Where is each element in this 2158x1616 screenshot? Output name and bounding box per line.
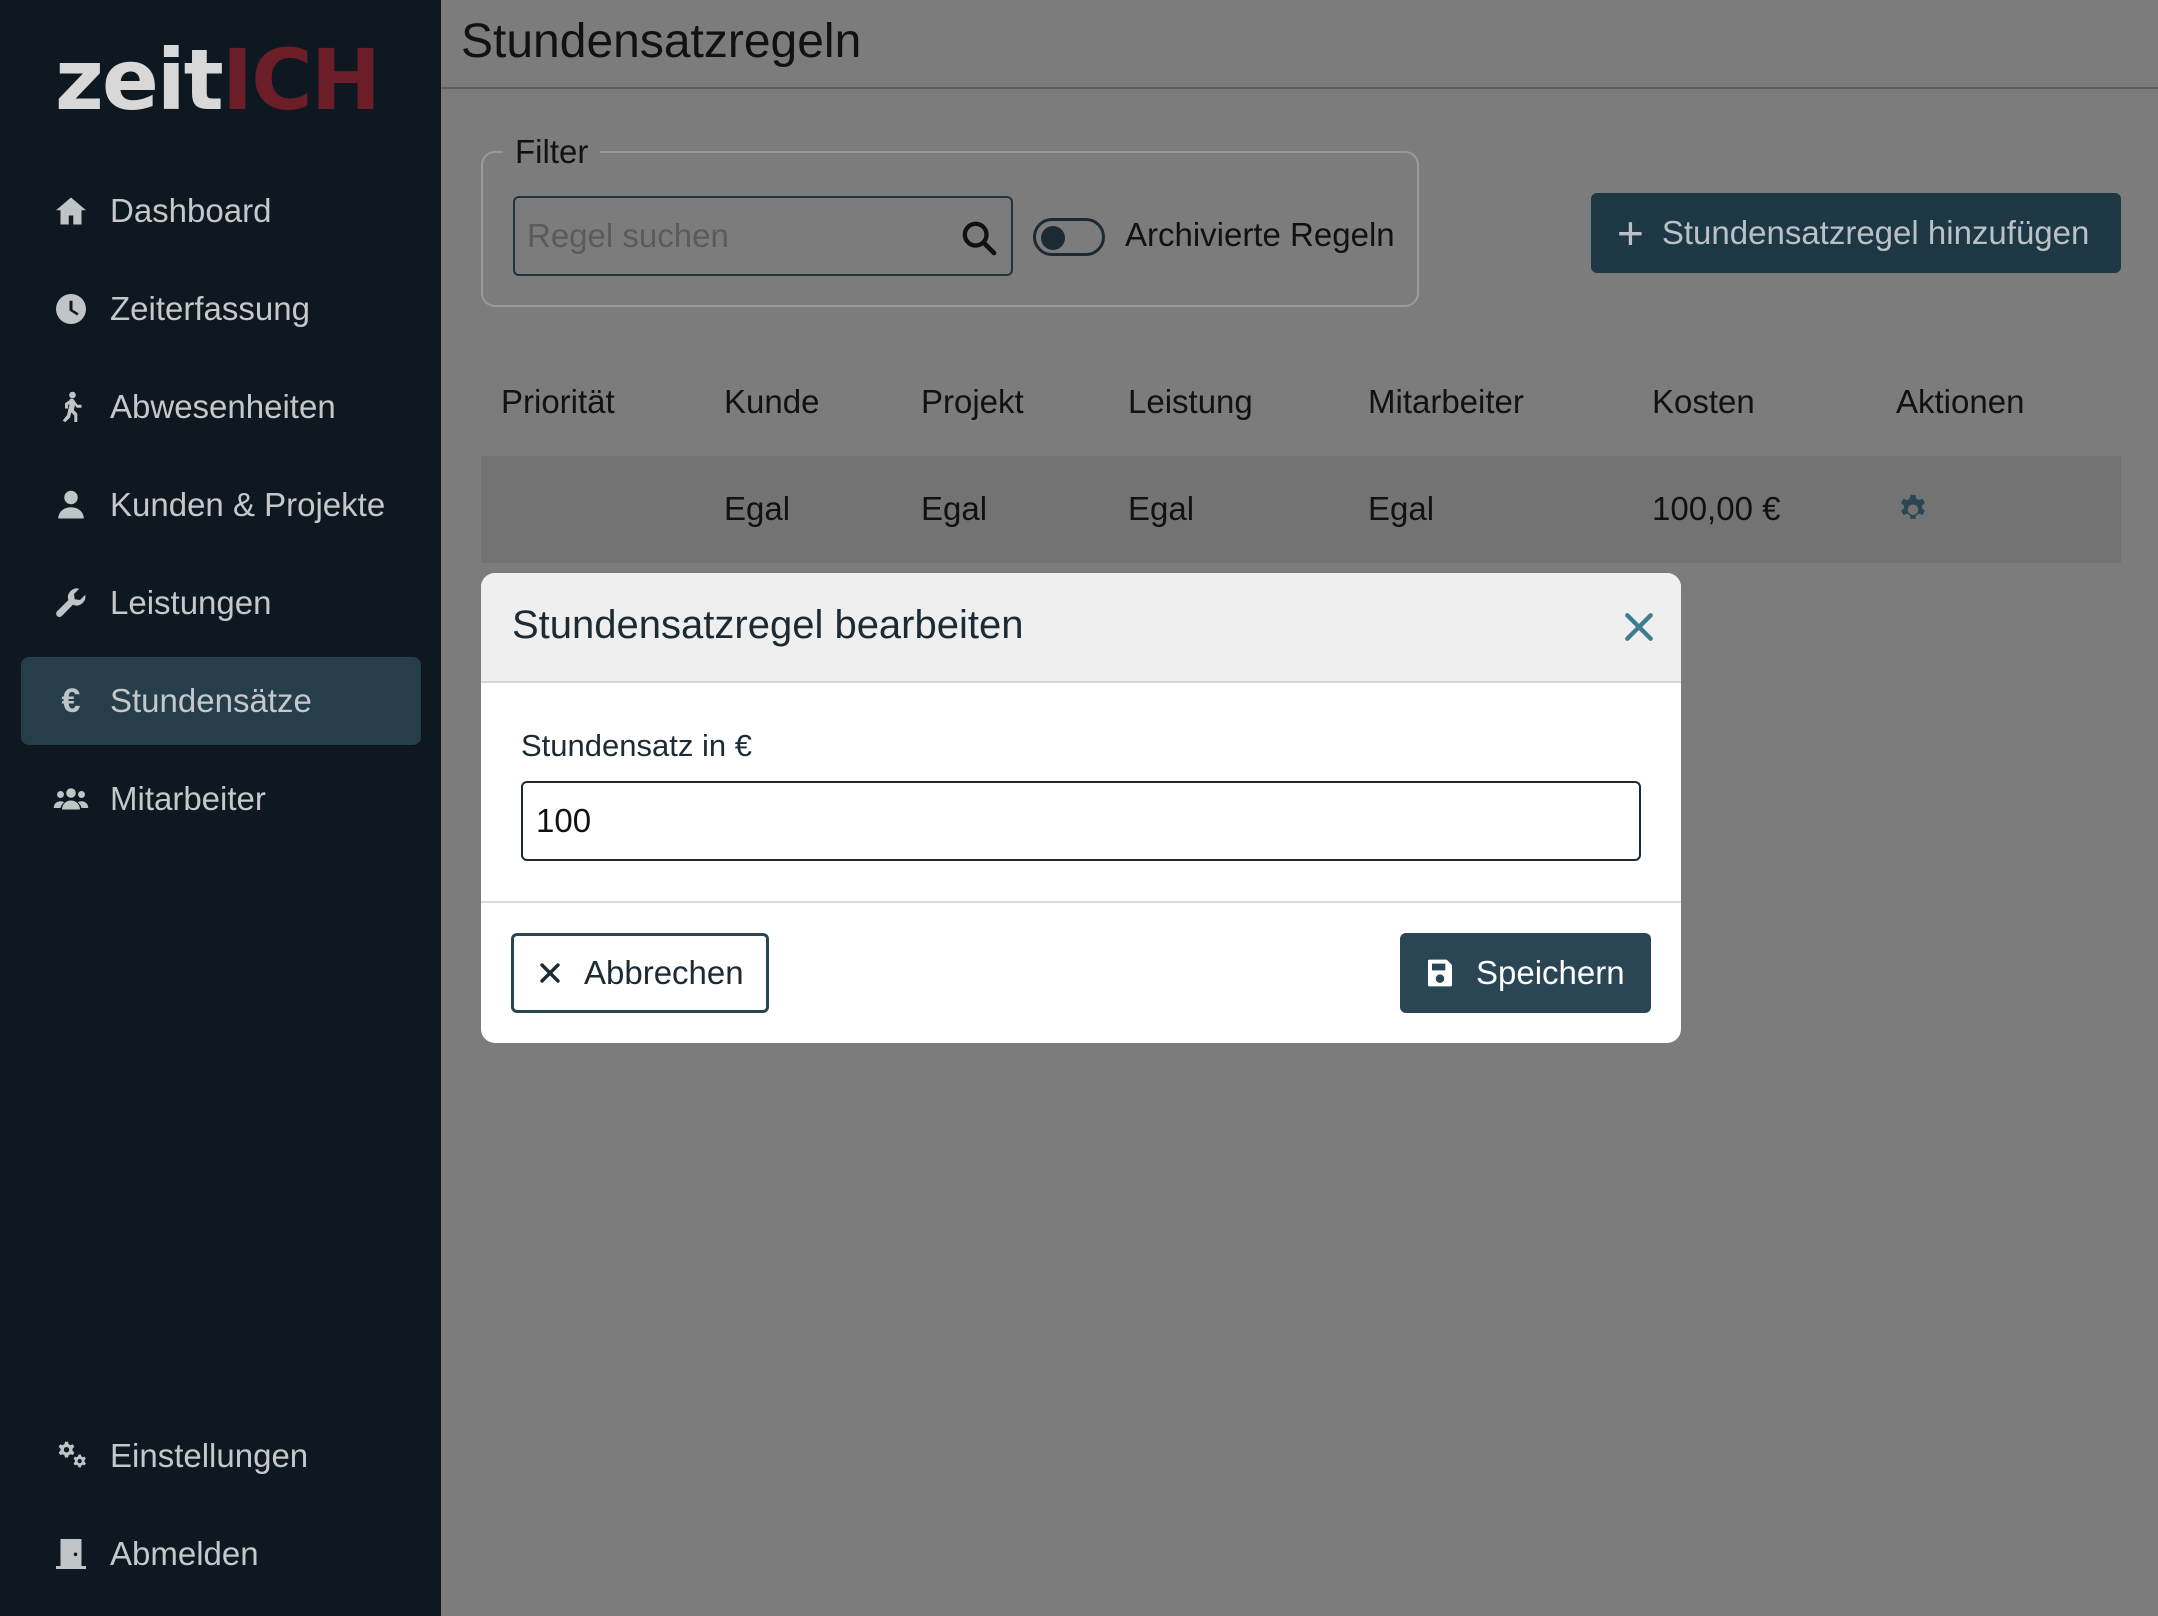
users-icon bbox=[51, 779, 91, 819]
cancel-button[interactable]: Abbrechen bbox=[511, 933, 769, 1013]
sidebar: zeitICH Dashboard Zeiterfassung Abwesenh… bbox=[0, 0, 441, 1616]
cogs-icon bbox=[51, 1436, 91, 1476]
modal-header: Stundensatzregel bearbeiten bbox=[481, 573, 1681, 683]
column-header-aktionen: Aktionen bbox=[1896, 383, 2025, 420]
home-icon bbox=[51, 191, 91, 231]
sidebar-item-zeiterfassung[interactable]: Zeiterfassung bbox=[21, 265, 421, 353]
add-rule-label: Stundensatzregel hinzufügen bbox=[1661, 214, 2090, 251]
sidebar-item-label: Kunden & Projekte bbox=[110, 486, 386, 523]
user-icon bbox=[51, 485, 91, 525]
close-icon bbox=[540, 963, 560, 983]
archived-toggle-label: Archivierte Regeln bbox=[1125, 216, 1395, 253]
sidebar-item-mitarbeiter[interactable]: Mitarbeiter bbox=[21, 755, 421, 843]
title-divider bbox=[441, 87, 2158, 89]
logo-part-zeit: zeit bbox=[55, 31, 224, 129]
page-title: Stundensatzregeln bbox=[461, 15, 862, 68]
sidebar-item-label: Mitarbeiter bbox=[110, 780, 266, 817]
sidebar-item-dashboard[interactable]: Dashboard bbox=[21, 167, 421, 255]
sidebar-item-stundensaetze[interactable]: € Stundensätze bbox=[21, 657, 421, 745]
sidebar-item-einstellungen[interactable]: Einstellungen bbox=[21, 1412, 421, 1500]
sidebar-item-label: Leistungen bbox=[110, 584, 272, 621]
sidebar-item-abwesenheiten[interactable]: Abwesenheiten bbox=[21, 363, 421, 451]
column-header-kunde: Kunde bbox=[724, 383, 820, 420]
search-field bbox=[513, 196, 1013, 276]
modal-divider bbox=[481, 901, 1681, 903]
column-header-leistung: Leistung bbox=[1128, 383, 1253, 420]
euro-icon: € bbox=[61, 681, 81, 720]
sidebar-item-leistungen[interactable]: Leistungen bbox=[21, 559, 421, 647]
sidebar-item-label: Dashboard bbox=[110, 192, 272, 229]
column-header-prioritaet: Priorität bbox=[501, 383, 615, 420]
cell-projekt: Egal bbox=[921, 490, 988, 527]
sidebar-item-label: Stundensätze bbox=[110, 682, 312, 719]
archived-toggle[interactable] bbox=[1033, 218, 1105, 256]
save-label: Speichern bbox=[1476, 954, 1625, 991]
clock-icon bbox=[51, 289, 91, 329]
sidebar-nav: Dashboard Zeiterfassung Abwesenheiten Ku… bbox=[21, 167, 421, 853]
add-rule-button[interactable]: + Stundensatzregel hinzufügen bbox=[1591, 193, 2121, 273]
plus-icon: + bbox=[1617, 207, 1644, 259]
hourly-rate-input[interactable] bbox=[521, 781, 1641, 861]
sidebar-item-label: Abmelden bbox=[110, 1535, 259, 1572]
edit-rule-modal: Stundensatzregel bearbeiten Stundensatz … bbox=[481, 573, 1681, 1043]
sidebar-item-kunden-projekte[interactable]: Kunden & Projekte bbox=[21, 461, 421, 549]
sidebar-item-label: Zeiterfassung bbox=[110, 290, 310, 327]
sidebar-item-abmelden[interactable]: Abmelden bbox=[21, 1510, 421, 1598]
close-icon[interactable] bbox=[1619, 607, 1659, 647]
sidebar-item-label: Einstellungen bbox=[110, 1437, 309, 1474]
search-icon[interactable] bbox=[959, 218, 999, 258]
floppy-disk-icon bbox=[1428, 959, 1452, 987]
door-icon bbox=[51, 1534, 91, 1574]
column-header-mitarbeiter: Mitarbeiter bbox=[1368, 383, 1524, 420]
cancel-label: Abbrechen bbox=[584, 954, 744, 991]
modal-title: Stundensatzregel bearbeiten bbox=[512, 603, 1024, 647]
search-input[interactable] bbox=[527, 198, 927, 274]
gear-icon[interactable] bbox=[1896, 492, 1930, 526]
toggle-knob bbox=[1041, 226, 1065, 250]
logo: zeitICH bbox=[55, 30, 381, 130]
cell-kosten: 100,00 € bbox=[1652, 490, 1781, 527]
wrench-icon bbox=[51, 583, 91, 623]
logo-part-ich: ICH bbox=[221, 31, 381, 129]
column-header-projekt: Projekt bbox=[921, 383, 1024, 420]
walking-icon bbox=[51, 387, 91, 427]
cell-kunde: Egal bbox=[724, 490, 791, 527]
hourly-rate-label: Stundensatz in € bbox=[521, 728, 752, 763]
cell-leistung: Egal bbox=[1128, 490, 1195, 527]
column-header-kosten: Kosten bbox=[1652, 383, 1755, 420]
filter-legend: Filter bbox=[503, 133, 601, 171]
sidebar-item-label: Abwesenheiten bbox=[110, 388, 336, 425]
sidebar-bottom-nav: Einstellungen Abmelden bbox=[21, 1412, 421, 1608]
save-button[interactable]: Speichern bbox=[1400, 933, 1651, 1013]
cell-mitarbeiter: Egal bbox=[1368, 490, 1435, 527]
